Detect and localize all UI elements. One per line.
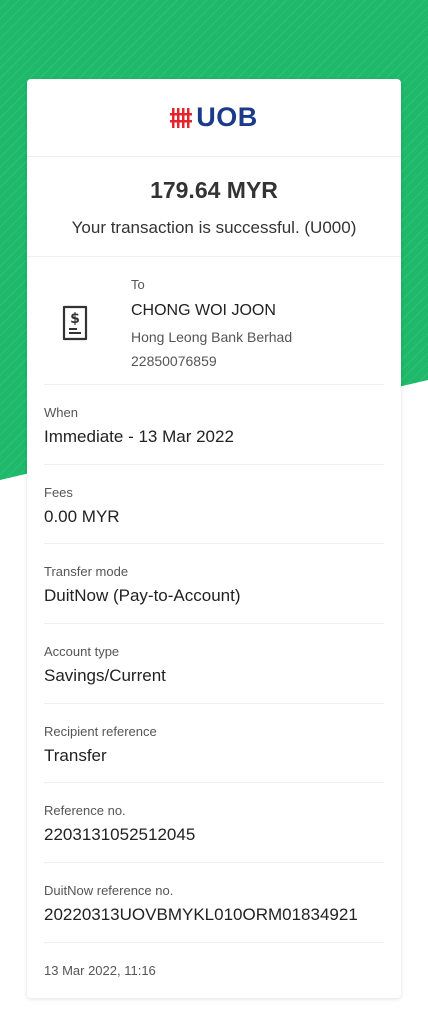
transaction-amount: 179.64 MYR (150, 177, 278, 203)
detail-duitnow-reference: DuitNow reference no. 20220313UOVBMYKL01… (44, 863, 384, 943)
uob-logo-mark-icon (170, 107, 193, 128)
detail-account-type: Account type Savings/Current (44, 624, 384, 704)
detail-transfer-mode: Transfer mode DuitNow (Pay-to-Account) (44, 544, 384, 625)
svg-text:$: $ (70, 311, 80, 327)
detail-fees: Fees 0.00 MYR (44, 465, 384, 545)
recipient-section: $ To CHONG WOI JOON Hong Leong Bank Berh… (44, 257, 384, 385)
detail-label: Fees (44, 484, 73, 500)
receipt-card: UOB 179.64 MYR Your transaction is succe… (27, 79, 401, 998)
detail-label: Account type (44, 644, 120, 660)
recipient-account: 22850076859 (131, 353, 217, 369)
detail-value: DuitNow (Pay-to-Account) (44, 586, 241, 606)
detail-value: 0.00 MYR (44, 506, 120, 526)
transaction-timestamp: 13 Mar 2022, 11:16 (44, 962, 156, 978)
detail-recipient-reference: Recipient reference Transfer (44, 704, 384, 784)
recipient-label: To (131, 277, 145, 292)
detail-reference-no: Reference no. 2203131052512045 (44, 783, 384, 864)
recipient-info: To CHONG WOI JOON Hong Leong Bank Berhad… (131, 277, 292, 369)
detail-label: Transfer mode (44, 564, 129, 580)
recipient-name: CHONG WOI JOON (131, 302, 276, 319)
detail-label: Recipient reference (44, 723, 157, 739)
amount-section: 179.64 MYR Your transaction is successfu… (27, 157, 401, 257)
recipient-bank: Hong Leong Bank Berhad (131, 329, 293, 345)
transaction-status: Your transaction is successful. (U000) (71, 218, 357, 237)
detail-label: When (44, 405, 78, 420)
detail-when: When Immediate - 13 Mar 2022 (44, 385, 384, 465)
uob-logo: UOB (170, 102, 258, 133)
receipt-icon: $ (62, 305, 88, 341)
logo-header: UOB (27, 79, 401, 157)
detail-label: Reference no. (44, 803, 126, 819)
detail-value: 20220313UOVBMYKL010ORM01834921 (44, 905, 358, 925)
detail-value: 2203131052512045 (44, 825, 196, 845)
detail-value: Transfer (44, 745, 107, 765)
logo-text: UOB (196, 102, 258, 132)
detail-value: Immediate - 13 Mar 2022 (44, 427, 234, 446)
detail-label: DuitNow reference no. (44, 883, 174, 899)
detail-value: Savings/Current (44, 666, 166, 686)
